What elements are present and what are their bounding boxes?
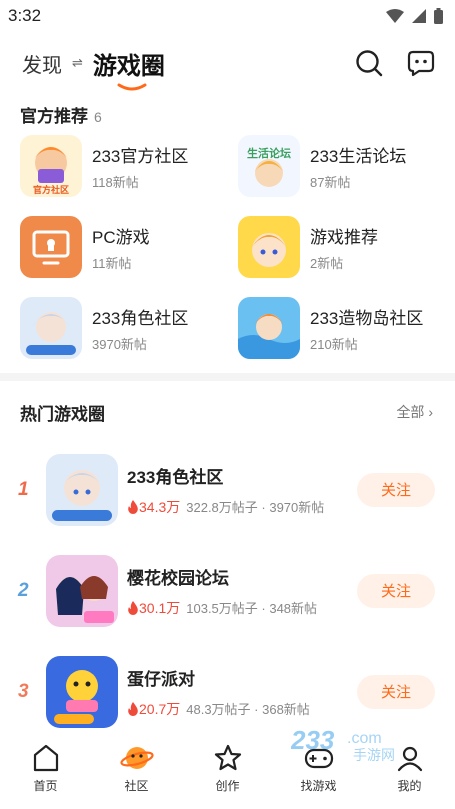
svg-text:233: 233	[291, 725, 335, 755]
official-item-name: 233生活论坛	[310, 146, 407, 166]
message-icon[interactable]	[407, 49, 435, 77]
tab-game-circle-label: 游戏圈	[92, 52, 165, 80]
svg-text:.com: .com	[347, 730, 382, 747]
official-item-sub: 210新帖	[310, 336, 358, 352]
svg-text:官方社区: 官方社区	[33, 184, 69, 195]
game-recommend-thumbnail	[238, 216, 300, 278]
top-nav: 发现 ⇌ 游戏圈	[0, 32, 455, 94]
pc-game-thumbnail	[20, 216, 82, 278]
sakura-school-thumbnail	[46, 554, 118, 627]
view-all-label: 全部	[396, 404, 425, 420]
tab-home-label: 首页	[33, 779, 58, 793]
official-item-name: 233角色社区	[92, 308, 189, 328]
hot-item-name: 樱花校园论坛	[127, 568, 229, 588]
official-item-sub: 118新帖	[92, 174, 139, 190]
site-watermark-logo: 233 .com 手游网	[291, 725, 395, 763]
tab-find-game-label: 找游戏	[300, 779, 337, 793]
wifi-icon	[386, 9, 404, 23]
follow-button[interactable]: 关注	[357, 573, 435, 608]
home-icon	[33, 744, 58, 772]
role-community-thumbnail	[46, 453, 118, 526]
section-divider	[0, 373, 455, 381]
official-count: 6	[94, 109, 102, 125]
life-forum-thumbnail: 生活论坛	[238, 135, 300, 197]
official-item-name: 233官方社区	[92, 146, 189, 166]
tab-create[interactable]: 创作	[198, 743, 258, 794]
official-item-name: PC游戏	[92, 227, 150, 247]
hot-title: 热门游戏圈	[20, 404, 105, 424]
signal-icon	[412, 9, 426, 23]
official-item-sub: 87新帖	[310, 174, 351, 190]
heat-value: 20.7万	[139, 700, 181, 717]
hot-item-name: 蛋仔派对	[127, 669, 195, 689]
rank-number: 2	[18, 579, 29, 601]
official-item-sub: 11新帖	[92, 255, 132, 271]
official-item-sub: 2新帖	[310, 255, 344, 271]
official-item[interactable]: 生活论坛 233生活论坛 87新帖	[238, 135, 455, 197]
tab-create-label: 创作	[215, 779, 240, 793]
official-header: 官方推荐 6	[0, 94, 455, 130]
battery-icon	[434, 8, 443, 24]
heat-value: 34.3万	[139, 498, 181, 515]
official-item[interactable]: 官方社区 233官方社区 118新帖	[20, 135, 238, 197]
status-bar: 3:32	[0, 0, 455, 32]
hot-header: 热门游戏圈 全部 ›	[0, 385, 455, 439]
official-item-sub: 3970新帖	[92, 336, 147, 352]
follow-button[interactable]: 关注	[357, 674, 435, 709]
tab-community[interactable]: 社区	[107, 743, 167, 794]
hot-item-name: 233角色社区	[127, 467, 224, 487]
hot-item-stats: 322.8万帖子 · 3970新帖	[186, 500, 325, 515]
role-community-thumbnail	[20, 297, 82, 359]
official-item[interactable]: 233造物岛社区 210新帖	[238, 297, 455, 359]
rank-number: 3	[18, 680, 29, 702]
hot-row[interactable]: 1 233角色社区 34.3万 322.8万帖子 · 3970新帖 关注	[0, 439, 455, 540]
search-icon[interactable]	[355, 49, 383, 77]
official-community-thumbnail: 官方社区	[20, 135, 82, 197]
view-all-link[interactable]: 全部 ›	[396, 402, 433, 422]
status-time: 3:32	[8, 6, 42, 25]
status-icons	[386, 8, 443, 24]
hot-row[interactable]: 2 樱花校园论坛 30.1万 103.5万帖子 · 348新帖 关注	[0, 540, 455, 641]
tab-home[interactable]: 首页	[16, 743, 76, 794]
official-item[interactable]: PC游戏 11新帖	[20, 216, 238, 278]
tab-game-circle[interactable]: 游戏圈	[92, 46, 165, 90]
hot-item-stats: 48.3万帖子 · 368新帖	[186, 702, 310, 717]
planet-icon	[119, 747, 154, 769]
official-item-name: 游戏推荐	[310, 227, 378, 247]
official-title: 官方推荐	[20, 107, 88, 126]
fire-icon	[128, 499, 138, 514]
hot-item-stats: 103.5万帖子 · 348新帖	[186, 601, 318, 616]
svg-text:生活论坛: 生活论坛	[247, 146, 291, 160]
fire-icon	[128, 701, 138, 716]
rank-number: 1	[18, 478, 29, 500]
svg-text:手游网: 手游网	[353, 748, 395, 763]
egg-party-thumbnail	[46, 655, 118, 728]
official-item[interactable]: 233角色社区 3970新帖	[20, 297, 238, 359]
official-item[interactable]: 游戏推荐 2新帖	[238, 216, 455, 278]
heat-value: 30.1万	[139, 599, 181, 616]
tab-community-label: 社区	[124, 779, 149, 793]
tab-discover[interactable]: 发现	[22, 49, 62, 78]
star-icon	[214, 744, 241, 771]
tab-active-indicator	[117, 83, 147, 90]
official-grid: 官方社区 233官方社区 118新帖 生活论坛 233生活论坛 87新帖 PC游…	[0, 135, 455, 359]
fire-icon	[128, 600, 138, 615]
creation-island-thumbnail	[238, 297, 300, 359]
swap-icon[interactable]: ⇌	[72, 55, 83, 71]
chevron-right-icon: ›	[428, 404, 433, 420]
follow-button[interactable]: 关注	[357, 472, 435, 507]
tab-mine-label: 我的	[397, 779, 422, 793]
official-item-name: 233造物岛社区	[310, 308, 424, 328]
